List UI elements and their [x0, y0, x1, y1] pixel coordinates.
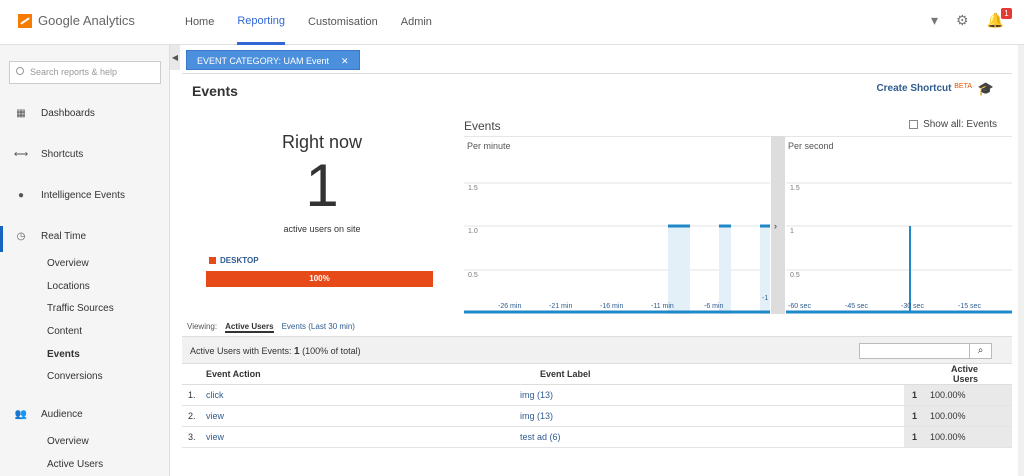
- events-30min-tab[interactable]: Events (Last 30 min): [282, 322, 355, 333]
- page-scrollbar[interactable]: [1018, 45, 1024, 476]
- right-now-label: Right now: [281, 132, 363, 152]
- nav-customisation[interactable]: Customisation: [308, 0, 378, 45]
- y-tick-label: 1.5: [790, 185, 800, 192]
- sidebar-item-shortcuts[interactable]: ⟷ Shortcuts: [14, 147, 83, 161]
- column-header[interactable]: Event Label: [515, 364, 904, 385]
- app-logo[interactable]: Google Analytics: [18, 13, 135, 28]
- event-action-link[interactable]: click: [200, 384, 516, 406]
- event-bar-bg: [719, 226, 731, 314]
- x-tick-label: -30 sec: [901, 303, 924, 310]
- filter-chip[interactable]: EVENT CATEGORY: UAM Event ✕: [186, 50, 360, 70]
- table-search-input[interactable]: ⌕: [859, 343, 992, 359]
- active-users-tab[interactable]: Active Users: [225, 322, 274, 333]
- column-header[interactable]: Event Action: [182, 364, 516, 385]
- events-table: Event Action Event Label Active Users 1.…: [182, 364, 1012, 448]
- x-tick-label: -16 min: [600, 303, 623, 310]
- main-nav: Home Reporting Customisation Admin: [185, 0, 432, 45]
- top-right-controls: ▾ ⚙ 🔔 1: [931, 8, 1012, 29]
- beta-badge: BETA: [954, 83, 972, 90]
- main-content: EVENT CATEGORY: UAM Event ✕ Events Create…: [180, 45, 1024, 476]
- sidebar-item-real-time[interactable]: ◷ Real Time: [14, 229, 86, 243]
- event-bar-bg: [668, 226, 690, 314]
- sidebar-sub-overview[interactable]: Overview: [47, 258, 89, 269]
- table-header-row: Event Action Event Label Active Users: [182, 364, 1012, 385]
- event-label-link[interactable]: img (13): [515, 405, 904, 427]
- nav-home[interactable]: Home: [185, 0, 214, 45]
- device-label: DESKTOP: [209, 256, 259, 265]
- top-bar: Google Analytics Home Reporting Customis…: [0, 0, 1024, 45]
- x-tick-label: -45 sec: [845, 303, 868, 310]
- y-tick-label: 0.5: [790, 272, 800, 279]
- sidebar-sub-audience-overview[interactable]: Overview: [47, 436, 89, 447]
- sidebar-sub-active-users[interactable]: Active Users: [47, 459, 103, 470]
- chart-title: Events: [464, 119, 501, 133]
- create-shortcut-link[interactable]: Create Shortcut BETA: [876, 83, 972, 94]
- sidebar-sub-conversions[interactable]: Conversions: [47, 371, 103, 382]
- column-header[interactable]: Active Users: [904, 364, 1012, 385]
- active-section-marker: [0, 226, 3, 252]
- nav-reporting[interactable]: Reporting: [237, 0, 286, 45]
- arrow-icon: ⟷: [13, 148, 29, 160]
- active-users-caption: active users on site: [283, 224, 361, 234]
- grid-icon: ▦: [16, 107, 26, 119]
- sidebar-item-intelligence-events[interactable]: ● Intelligence Events: [14, 188, 125, 202]
- chart-bg: [464, 136, 1012, 314]
- notification-badge: 1: [1001, 8, 1012, 19]
- collapse-sidebar-button[interactable]: ◀: [170, 45, 180, 70]
- per-second-label: Per second: [788, 141, 834, 151]
- search-input[interactable]: Search reports & help: [9, 61, 161, 84]
- nav-admin[interactable]: Admin: [401, 0, 432, 45]
- graduation-cap-icon[interactable]: 🎓: [978, 81, 994, 97]
- close-icon[interactable]: ✕: [341, 56, 349, 66]
- sidebar-sub-content[interactable]: Content: [47, 326, 82, 337]
- people-icon: 👥: [14, 408, 28, 420]
- lightbulb-icon: ●: [17, 189, 25, 201]
- clock-icon: ◷: [16, 230, 26, 242]
- analytics-logo-icon: [18, 13, 32, 28]
- table-row: 1. click img (13) 1 100.00%: [182, 384, 1012, 406]
- x-tick-label: -1: [762, 295, 768, 302]
- x-tick-label: -6 min: [704, 303, 724, 310]
- sidebar-sub-traffic-sources[interactable]: Traffic Sources: [47, 303, 114, 314]
- checkbox[interactable]: [909, 120, 919, 129]
- sidebar-sub-events[interactable]: Events: [47, 349, 80, 360]
- active-user-count: 1: [305, 152, 339, 219]
- sidebar: Search reports & help ▦ Dashboards ⟷ Short…: [0, 45, 170, 476]
- events-chart: › Per minute Per second 1.5 1.0 0.5 1.5 …: [464, 136, 1012, 314]
- sidebar-item-dashboards[interactable]: ▦ Dashboards: [14, 106, 95, 120]
- y-tick-label: 1.0: [468, 228, 478, 235]
- notification-bell-icon[interactable]: 🔔 1: [987, 8, 1012, 29]
- chevron-right-icon: ›: [774, 221, 777, 231]
- table-row: 3. view test ad (6) 1 100.00%: [182, 426, 1012, 448]
- report-panel: Events Create Shortcut BETA 🎓 Right now …: [182, 73, 1012, 476]
- search-icon: [16, 67, 24, 75]
- y-tick-label: 1.5: [468, 185, 478, 192]
- viewing-toggle: Viewing: Active Users Events (Last 30 mi…: [187, 322, 355, 333]
- event-label-link[interactable]: test ad (6): [515, 426, 904, 448]
- x-tick-label: -60 sec: [788, 303, 811, 310]
- x-tick-label: -15 sec: [958, 303, 981, 310]
- account-dropdown-icon[interactable]: ▾: [931, 12, 938, 29]
- x-tick-label: -21 min: [549, 303, 572, 310]
- right-now-widget: Right now 1 active users on site: [262, 132, 382, 234]
- sidebar-item-audience[interactable]: 👥 Audience: [14, 407, 83, 421]
- x-tick-label: -26 min: [498, 303, 521, 310]
- search-icon[interactable]: ⌕: [969, 344, 991, 358]
- per-minute-label: Per minute: [467, 141, 511, 151]
- event-label-link[interactable]: img (13): [515, 384, 904, 406]
- device-percentage-bar: 100%: [206, 271, 433, 287]
- stats-bar: Active Users with Events: 1 (100% of tot…: [182, 336, 1012, 364]
- show-all-toggle[interactable]: Show all: Events: [909, 119, 997, 130]
- page-title: Events: [192, 83, 238, 99]
- table-row: 2. view img (13) 1 100.00%: [182, 405, 1012, 427]
- settings-gear-icon[interactable]: ⚙: [956, 12, 969, 29]
- y-tick-label: 1: [790, 228, 794, 235]
- y-tick-label: 0.5: [468, 272, 478, 279]
- event-action-link[interactable]: view: [200, 405, 516, 427]
- x-tick-label: -11 min: [651, 303, 674, 310]
- event-action-link[interactable]: view: [200, 426, 516, 448]
- sidebar-sub-locations[interactable]: Locations: [47, 281, 90, 292]
